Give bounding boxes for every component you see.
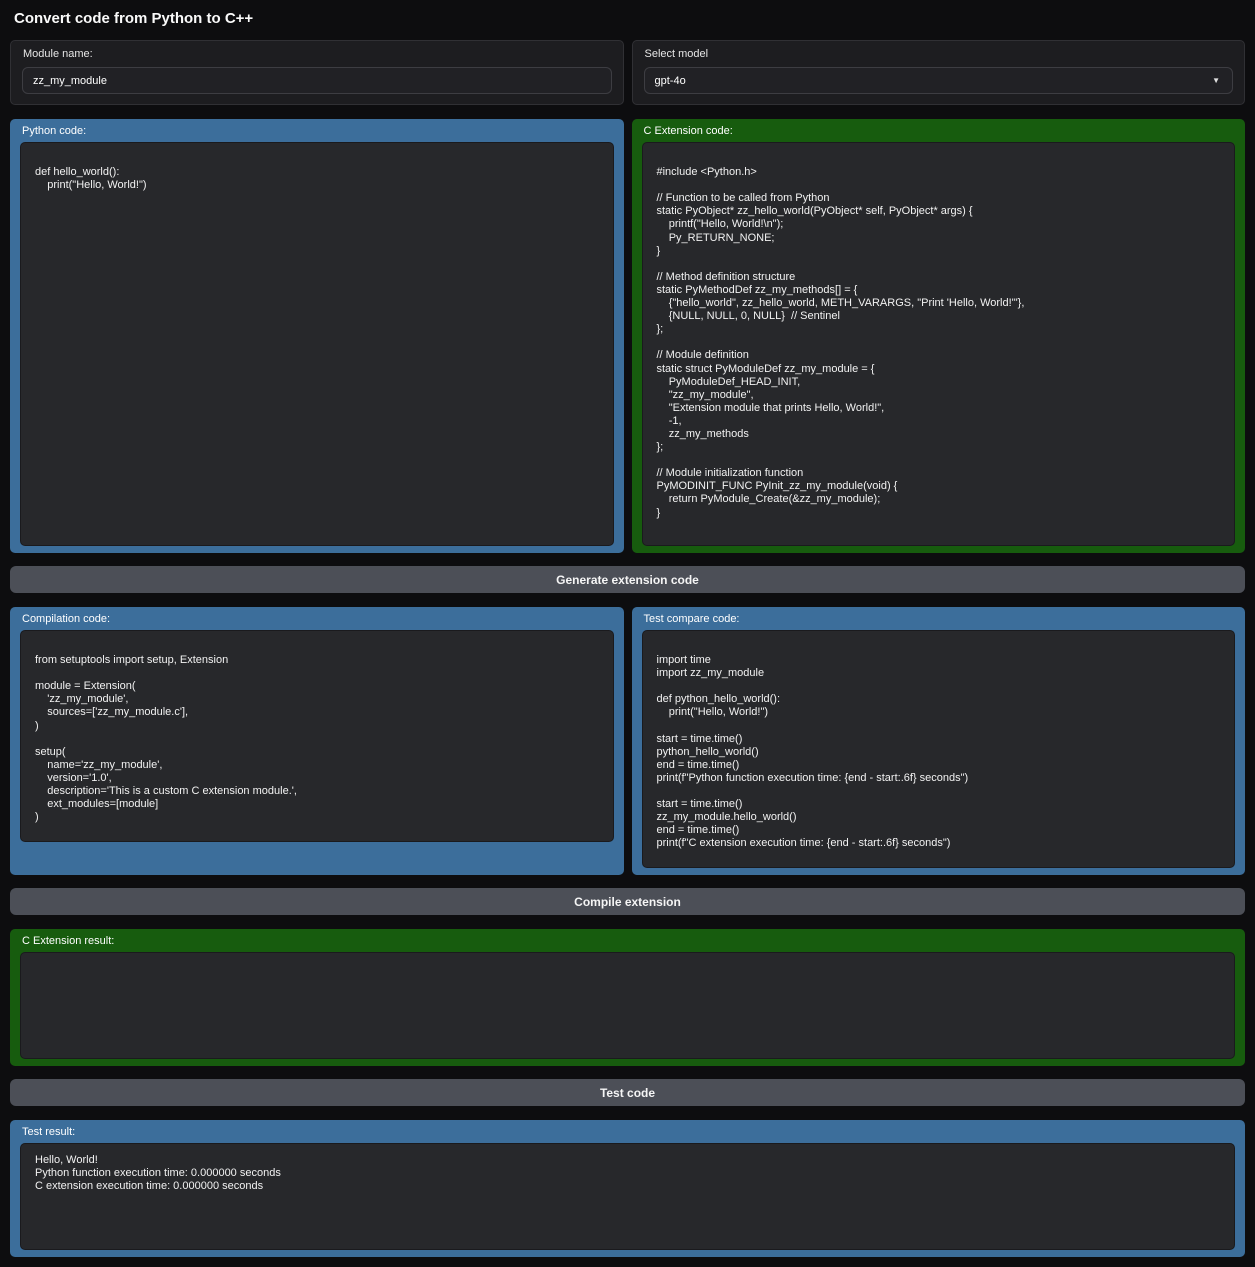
python-code-textbox[interactable]: def hello_world(): print("Hello, World!"… bbox=[20, 142, 614, 546]
module-name-input[interactable] bbox=[22, 67, 612, 94]
compile-extension-button[interactable]: Compile extension bbox=[10, 888, 1245, 915]
model-select-dropdown[interactable]: gpt-4o ▼ bbox=[644, 67, 1234, 94]
module-name-label: Module name: bbox=[23, 48, 612, 60]
c-extension-code-textbox[interactable]: #include <Python.h> // Function to be ca… bbox=[642, 142, 1236, 546]
python-code-panel: Python code: def hello_world(): print("H… bbox=[10, 119, 624, 553]
model-select-label: Select model bbox=[645, 48, 1234, 60]
compilation-code-textbox[interactable]: from setuptools import setup, Extension … bbox=[20, 630, 614, 842]
code-row: Python code: def hello_world(): print("H… bbox=[10, 105, 1245, 553]
test-compare-code-panel: Test compare code: import time import zz… bbox=[632, 607, 1246, 875]
compilation-code-panel: Compilation code: from setuptools import… bbox=[10, 607, 624, 875]
model-select-value: gpt-4o bbox=[655, 75, 686, 87]
compile-test-row: Compilation code: from setuptools import… bbox=[10, 593, 1245, 875]
c-extension-result-panel: C Extension result: bbox=[10, 929, 1245, 1066]
generate-extension-code-button[interactable]: Generate extension code bbox=[10, 566, 1245, 593]
c-extension-result-label: C Extension result: bbox=[22, 935, 1235, 947]
c-extension-code-label: C Extension code: bbox=[644, 125, 1236, 137]
test-compare-code-textbox[interactable]: import time import zz_my_module def pyth… bbox=[642, 630, 1236, 868]
module-name-group: Module name: bbox=[10, 40, 624, 105]
model-select-group: Select model gpt-4o ▼ bbox=[632, 40, 1246, 105]
python-code-label: Python code: bbox=[22, 125, 614, 137]
c-extension-code-panel: C Extension code: #include <Python.h> //… bbox=[632, 119, 1246, 553]
test-compare-code-label: Test compare code: bbox=[644, 613, 1236, 625]
controls-row: Module name: Select model gpt-4o ▼ bbox=[10, 40, 1245, 105]
app-container: Convert code from Python to C++ Module n… bbox=[0, 0, 1255, 1267]
test-result-textbox[interactable]: Hello, World! Python function execution … bbox=[20, 1143, 1235, 1250]
compilation-code-label: Compilation code: bbox=[22, 613, 614, 625]
page-title: Convert code from Python to C++ bbox=[14, 10, 1245, 27]
c-extension-result-textbox[interactable] bbox=[20, 952, 1235, 1059]
test-result-panel: Test result: Hello, World! Python functi… bbox=[10, 1120, 1245, 1257]
test-result-label: Test result: bbox=[22, 1126, 1235, 1138]
test-code-button[interactable]: Test code bbox=[10, 1079, 1245, 1106]
chevron-down-icon[interactable]: ▼ bbox=[1212, 76, 1220, 85]
